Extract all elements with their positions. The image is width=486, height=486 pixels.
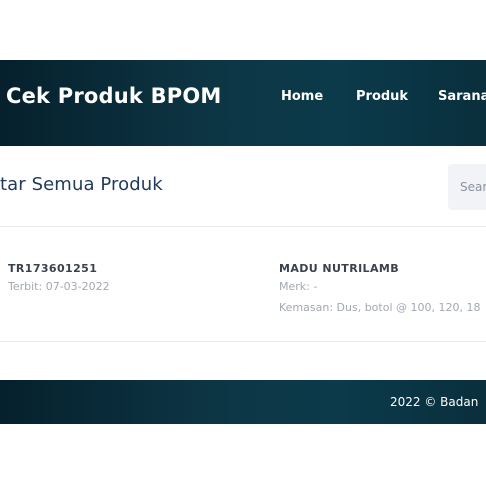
nav-produk-link[interactable]: Produk [356,89,408,104]
product-list-item[interactable]: TR173601251 Terbit: 07-03-2022 MADU NUTR… [0,227,486,342]
page-title: tar Semua Produk [0,174,163,195]
page: Cek Produk BPOM Home Produk Sarana tar S… [0,0,486,486]
search-input[interactable] [448,164,486,210]
top-navbar: Cek Produk BPOM Home Produk Sarana [0,60,486,146]
brand-title[interactable]: Cek Produk BPOM [6,84,222,108]
product-packaging: Kemasan: Dus, botol @ 100, 120, 18 [279,301,481,314]
list-header: tar Semua Produk [0,146,486,227]
registration-number: TR173601251 [8,262,98,275]
product-name: MADU NUTRILAMB [279,262,400,275]
nav-home-link[interactable]: Home [281,89,323,104]
footer-copyright: 2022 © Badan [390,395,479,409]
product-merk: Merk: - [279,280,318,293]
nav-sarana-link[interactable]: Sarana [438,89,486,104]
footer: 2022 © Badan [0,380,486,424]
issue-date: Terbit: 07-03-2022 [8,280,110,293]
